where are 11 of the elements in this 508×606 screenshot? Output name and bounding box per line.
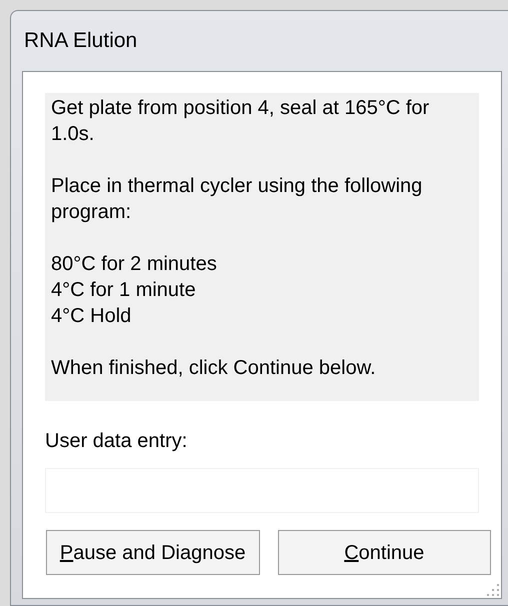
instruction-text: 4°C for 1 minute <box>51 278 197 303</box>
instruction-text: 4°C Hold <box>51 304 132 329</box>
pause-button[interactable]: Pause and Diagnose <box>46 530 260 575</box>
continue-button[interactable]: Continue <box>278 530 491 575</box>
entry-label: User data entry: <box>45 429 188 454</box>
instruction-text: When finished, click Continue below. <box>51 356 377 381</box>
instruction-text: Get plate from position 4, seal at 165°C for 1.0s. <box>51 96 430 147</box>
window-title: RNA Elution <box>24 29 138 54</box>
resize-grip-icon <box>486 583 500 597</box>
instruction-text: 80°C for 2 minutes <box>51 252 218 277</box>
instruction-text: Place in thermal cycler using the following program: <box>51 174 424 225</box>
